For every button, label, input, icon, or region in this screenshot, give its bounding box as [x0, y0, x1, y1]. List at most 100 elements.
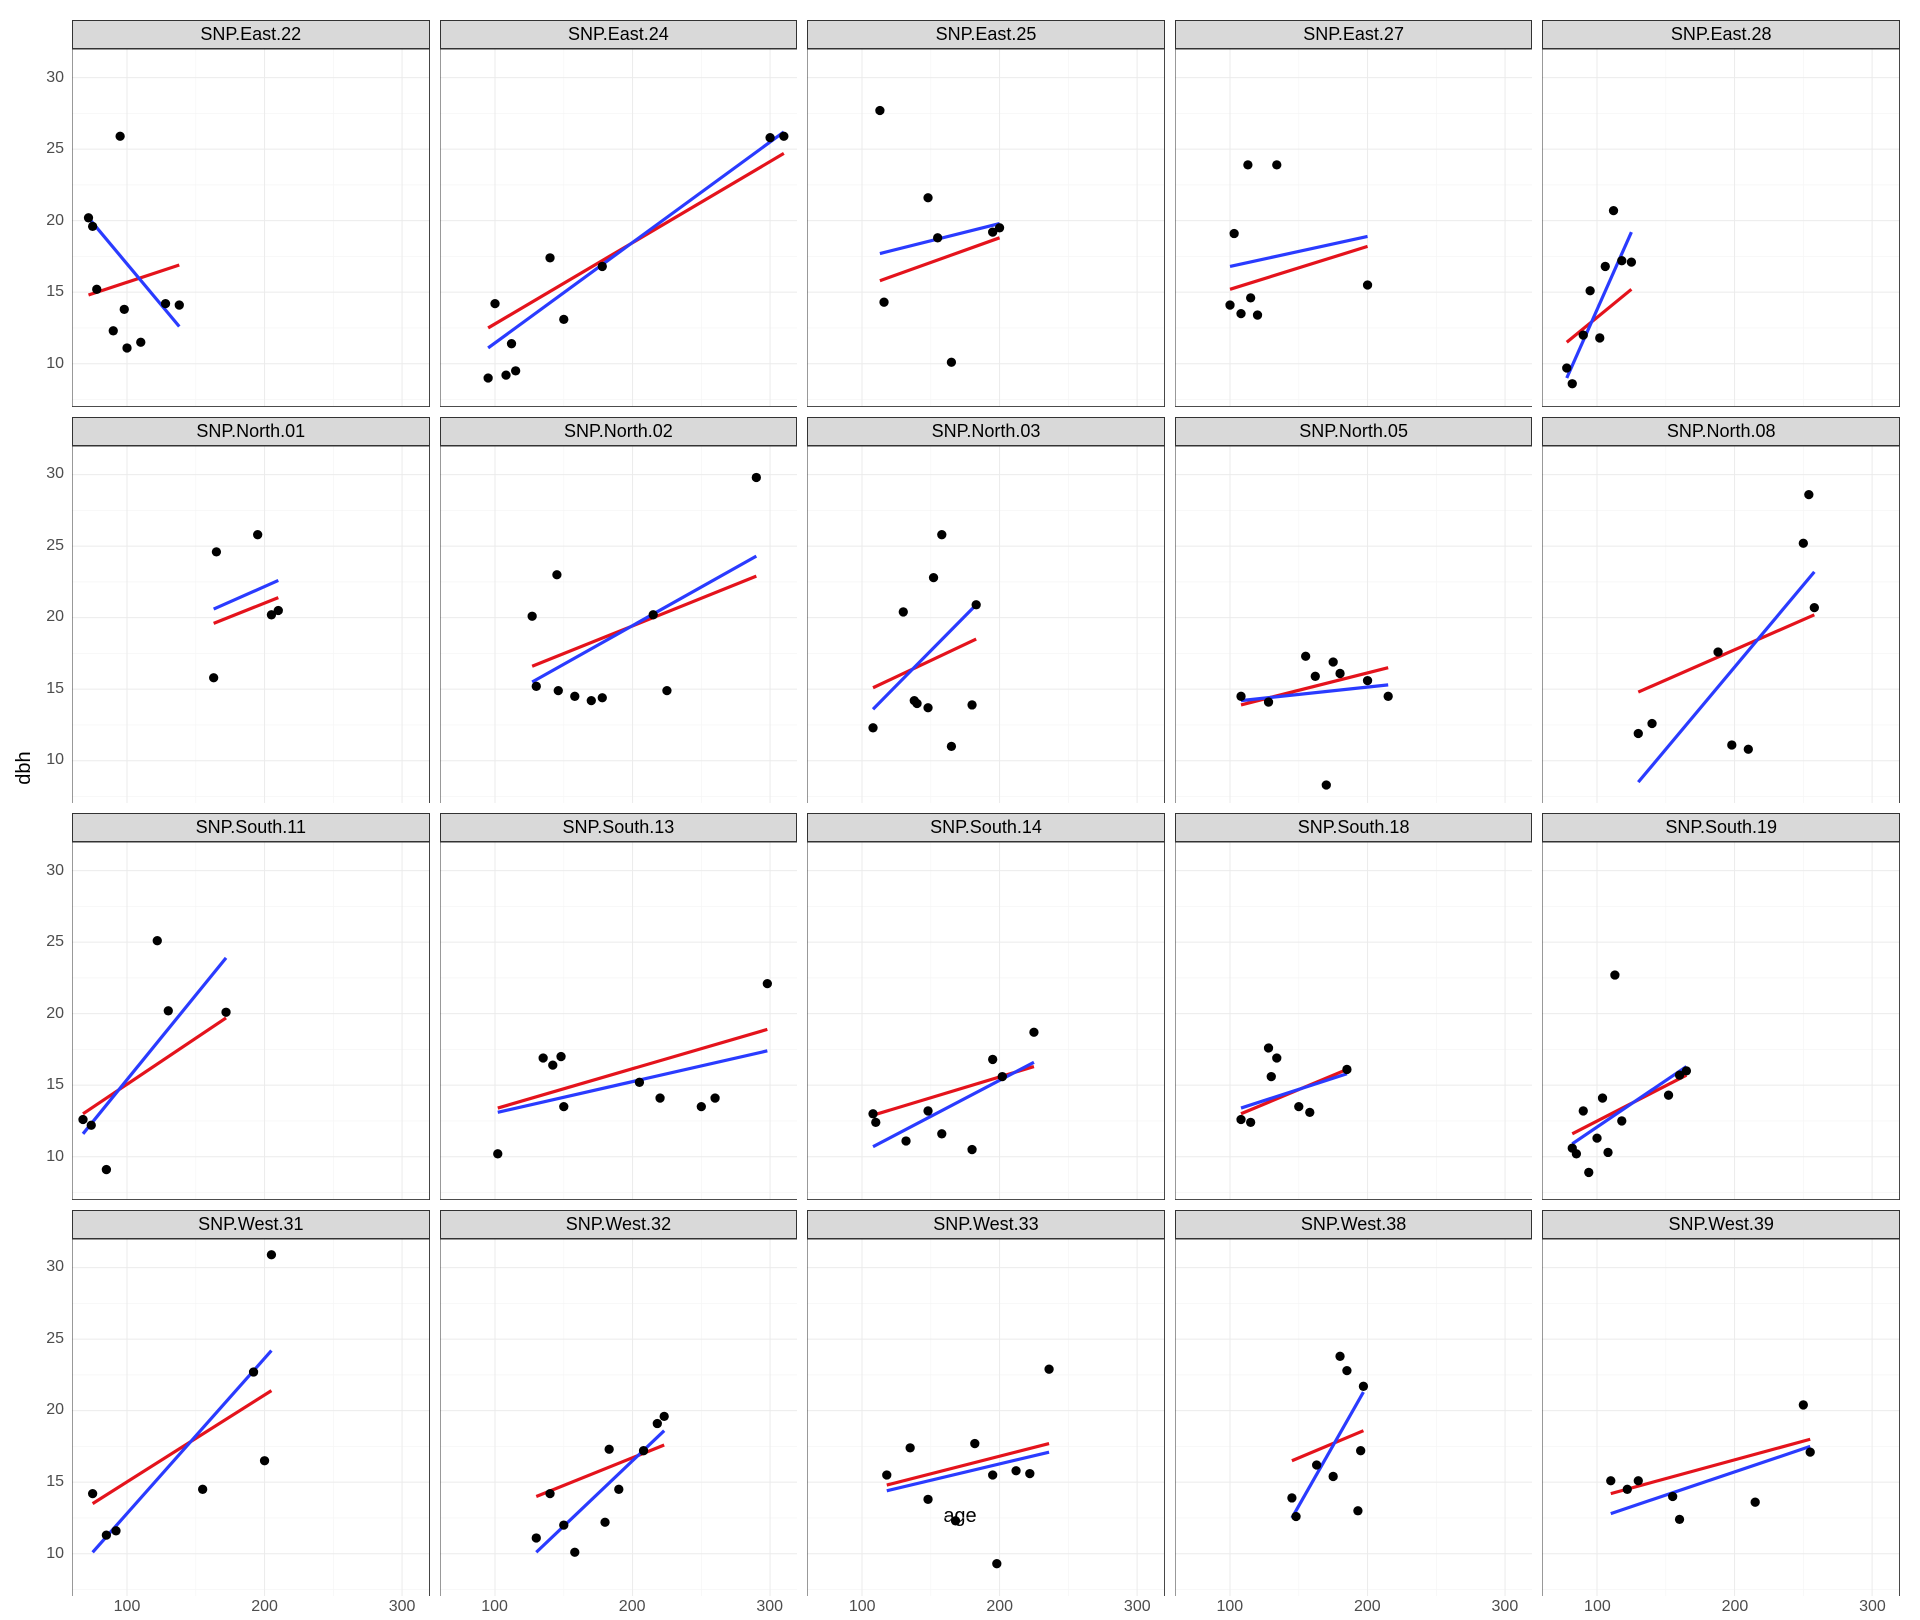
- data-point: [1287, 1493, 1296, 1502]
- data-point: [869, 723, 878, 732]
- data-point: [924, 703, 933, 712]
- data-point: [968, 700, 977, 709]
- data-point: [120, 305, 129, 314]
- data-point: [652, 1419, 661, 1428]
- x-tick-label: 300: [389, 1598, 416, 1616]
- data-point: [1328, 1472, 1337, 1481]
- x-tick-label: 300: [1492, 1598, 1519, 1616]
- x-tick-label: 200: [1722, 1598, 1749, 1616]
- panel-area: 100200300: [1175, 1239, 1533, 1597]
- y-tick-label: 20: [24, 1005, 64, 1023]
- data-point: [249, 1367, 258, 1376]
- data-point: [902, 1137, 911, 1146]
- data-point: [655, 1094, 664, 1103]
- data-point: [1611, 971, 1620, 980]
- data-point: [924, 1106, 933, 1115]
- data-point: [267, 1250, 276, 1259]
- y-tick-label: 15: [24, 283, 64, 301]
- data-point: [710, 1094, 719, 1103]
- fit-line-red: [93, 1390, 272, 1503]
- data-point: [1335, 1351, 1344, 1360]
- y-tick-column: 1015202530: [24, 446, 68, 804]
- data-point: [597, 262, 606, 271]
- data-point: [1264, 1044, 1273, 1053]
- y-tick-label: 10: [24, 1545, 64, 1563]
- data-point: [1045, 1364, 1054, 1373]
- data-point: [570, 1547, 579, 1556]
- data-point: [1604, 1148, 1613, 1157]
- fit-line-blue: [1241, 1074, 1347, 1108]
- facet-panel: SNP.East.28: [1542, 20, 1900, 407]
- data-point: [696, 1102, 705, 1111]
- data-point: [78, 1115, 87, 1124]
- x-tick-label: 100: [1584, 1598, 1611, 1616]
- fit-line-blue: [488, 132, 784, 348]
- x-tick-row: 100200300: [1175, 1596, 1533, 1620]
- data-point: [970, 1439, 979, 1448]
- facet-strip: SNP.South.11: [72, 813, 430, 842]
- data-point: [1664, 1091, 1673, 1100]
- panel-area: [807, 842, 1165, 1200]
- data-point: [634, 1078, 643, 1087]
- panel-area: [807, 49, 1165, 407]
- facet-strip: SNP.West.31: [72, 1210, 430, 1239]
- data-point: [531, 681, 540, 690]
- data-point: [762, 979, 771, 988]
- panel-area: [1542, 842, 1900, 1200]
- y-tick-label: 20: [24, 608, 64, 626]
- facet-panel: SNP.South.14: [807, 813, 1165, 1200]
- fit-line-blue: [873, 604, 976, 708]
- facet-strip: SNP.North.08: [1542, 417, 1900, 446]
- data-point: [548, 1061, 557, 1070]
- data-point: [1305, 1108, 1314, 1117]
- data-point: [260, 1456, 269, 1465]
- data-point: [947, 358, 956, 367]
- data-point: [1562, 363, 1571, 372]
- data-point: [209, 673, 218, 682]
- data-point: [1025, 1469, 1034, 1478]
- data-point: [1609, 206, 1618, 215]
- y-tick-label: 10: [24, 355, 64, 373]
- facet-strip: SNP.West.38: [1175, 1210, 1533, 1239]
- panel-area: 1015202530: [72, 842, 430, 1200]
- y-tick-label: 10: [24, 1148, 64, 1166]
- data-point: [1806, 1447, 1815, 1456]
- data-point: [1264, 697, 1273, 706]
- data-point: [212, 547, 221, 556]
- data-point: [662, 686, 671, 695]
- facet-panel: SNP.East.24: [440, 20, 798, 407]
- data-point: [531, 1533, 540, 1542]
- data-point: [490, 299, 499, 308]
- data-point: [161, 299, 170, 308]
- facet-panel: SNP.North.03: [807, 417, 1165, 804]
- fit-line-blue: [1639, 571, 1815, 781]
- data-point: [1598, 1094, 1607, 1103]
- data-point: [597, 693, 606, 702]
- facet-strip: SNP.East.25: [807, 20, 1165, 49]
- data-point: [102, 1165, 111, 1174]
- data-point: [1272, 160, 1281, 169]
- fit-line-blue: [873, 1063, 1034, 1147]
- data-point: [1312, 1460, 1321, 1469]
- x-tick-row: 100200300: [1542, 1596, 1900, 1620]
- data-point: [559, 1520, 568, 1529]
- y-tick-label: 30: [24, 465, 64, 483]
- data-point: [122, 343, 131, 352]
- y-tick-label: 25: [24, 933, 64, 951]
- data-point: [1291, 1512, 1300, 1521]
- data-point: [483, 373, 492, 382]
- facet-panel: SNP.North.011015202530: [72, 417, 430, 804]
- data-point: [1714, 647, 1723, 656]
- data-point: [1012, 1466, 1021, 1475]
- panel-area: 100200300: [807, 1239, 1165, 1597]
- facet-strip: SNP.South.13: [440, 813, 798, 842]
- data-point: [1805, 490, 1814, 499]
- y-tick-column: 1015202530: [24, 1239, 68, 1597]
- facet-grid: SNP.East.221015202530SNP.East.24SNP.East…: [72, 20, 1900, 1478]
- data-point: [968, 1145, 977, 1154]
- fit-line-blue: [93, 1350, 272, 1552]
- data-point: [136, 338, 145, 347]
- data-point: [1799, 538, 1808, 547]
- x-tick-label: 200: [986, 1598, 1013, 1616]
- data-point: [274, 605, 283, 614]
